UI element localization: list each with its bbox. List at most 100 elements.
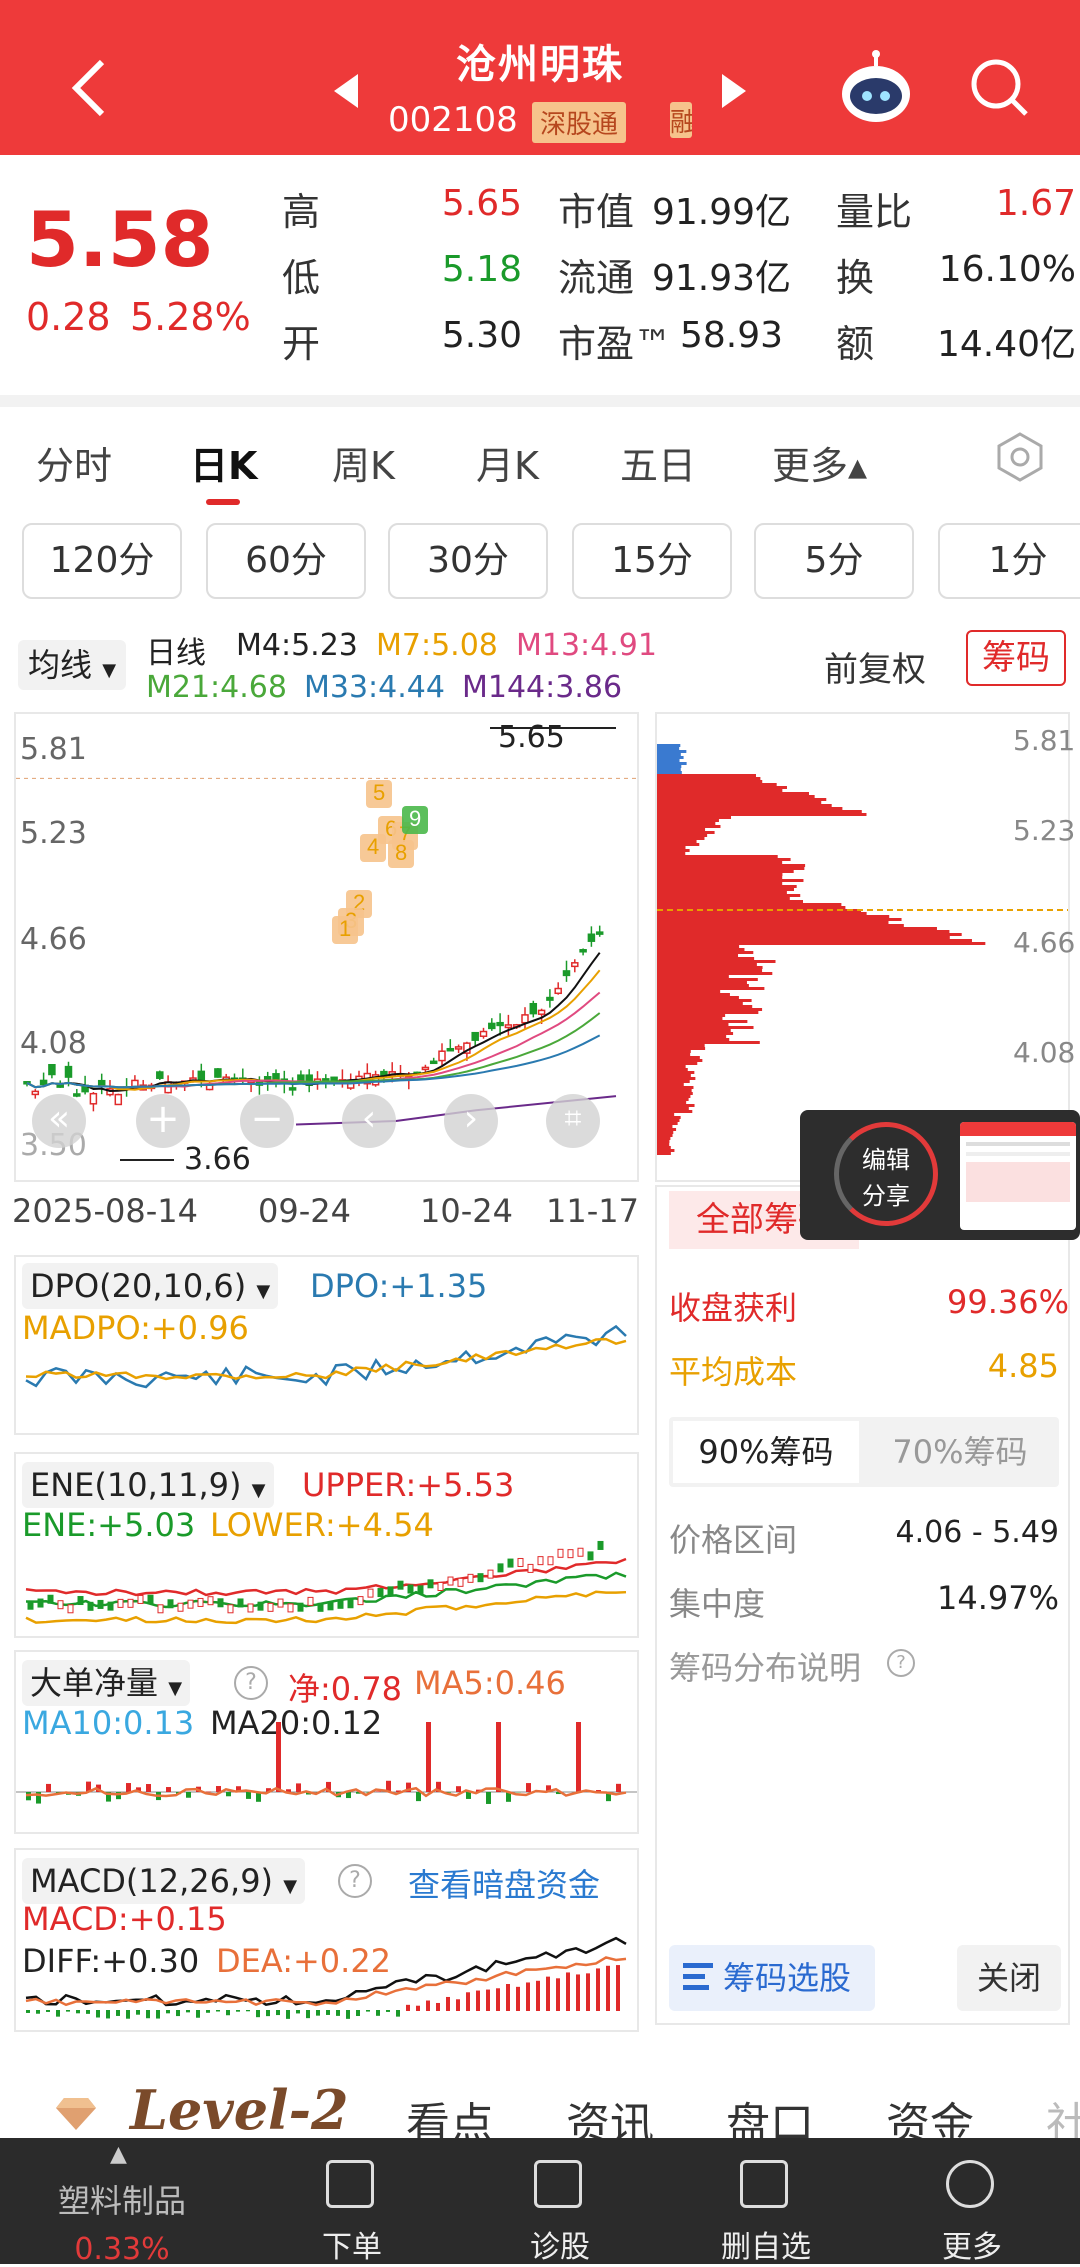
robot-assistant-icon[interactable]: [838, 50, 914, 126]
edit-share-popup[interactable]: 编辑 分享: [800, 1110, 1080, 1240]
chip-bar: [657, 1005, 752, 1008]
macd-histogram-bar: [496, 1988, 500, 2011]
macd-panel: MACD(12,26,9) ▼ ? 查看暗盘资金 MACD:+0.15 DIFF…: [14, 1848, 639, 2032]
ene-candle: [168, 1600, 173, 1608]
candle-body: [66, 1067, 72, 1077]
big-order-bar: [166, 1787, 171, 1792]
tab-level2[interactable]: Level-2: [130, 2078, 349, 2142]
chip-bar: [657, 915, 889, 918]
close-button[interactable]: 关闭: [957, 1945, 1061, 2011]
tab-weekly-k[interactable]: 周K: [332, 435, 395, 490]
pan-right-icon[interactable]: ›: [444, 1094, 498, 1148]
macd-histogram-bar: [556, 1978, 560, 2011]
pan-left-icon[interactable]: ‹: [342, 1094, 396, 1148]
chip-select-button[interactable]: 筹码选股: [669, 1945, 875, 2011]
chip-bar: [657, 828, 705, 831]
tab-monthly-k[interactable]: 月K: [476, 435, 539, 490]
sector-item[interactable]: ▲ 塑料制品 0.33%: [32, 2138, 212, 2264]
last-price: 5.58: [26, 195, 214, 284]
chip-bar: [657, 1047, 705, 1050]
macd-histogram-bar: [526, 1982, 530, 2011]
chip-bar: [657, 843, 699, 846]
mcap-value: 91.99亿: [652, 183, 802, 235]
macd-histogram-bar: [346, 2010, 350, 2019]
chip-30min[interactable]: 30分: [388, 523, 548, 599]
chip-bar: [657, 966, 763, 969]
settings-hexagon-icon[interactable]: [996, 431, 1044, 483]
nav-remove-label: 删自选: [676, 2222, 856, 2266]
nav-remove-watch[interactable]: 删自选: [676, 2138, 856, 2264]
candle-body: [530, 1004, 536, 1014]
ma21-value: M21:4.68: [146, 670, 287, 705]
ene-candle: [498, 1564, 503, 1572]
macd-histogram-bar: [226, 2010, 230, 2015]
chip-bar: [657, 1062, 697, 1065]
quote-panel: 5.58 0.28 5.28% 高 低 开 5.65 5.18 5.30 市值 …: [0, 155, 1080, 400]
more-menu-icon: [946, 2160, 994, 2208]
candle-body: [74, 1094, 80, 1096]
bottom-nav: ▲ 塑料制品 0.33% 下单 诊股 删自选 更多: [0, 2138, 1080, 2264]
chip-bar: [657, 906, 845, 909]
ma4-line: [27, 953, 600, 1091]
ene-candle: [538, 1557, 543, 1565]
kline-chart[interactable]: 564789231 5.81 5.23 4.66 4.08 3.50 5.65 …: [14, 712, 639, 1182]
ene-candle: [78, 1597, 83, 1605]
tab-intraday[interactable]: 分时: [36, 435, 112, 490]
stock-code: 002108: [388, 100, 518, 140]
candle-body: [456, 1047, 462, 1049]
ene-candle: [448, 1577, 453, 1585]
chip-bar: [657, 891, 787, 894]
candle-body: [90, 1094, 96, 1104]
fullscreen-icon[interactable]: ⌗: [546, 1094, 600, 1148]
high-label: 高: [282, 181, 320, 236]
nav-order[interactable]: 下单: [262, 2138, 442, 2264]
ene-candle: [368, 1589, 373, 1597]
chip-bar: [657, 792, 809, 795]
chip-1min[interactable]: 1分: [938, 523, 1080, 599]
help-icon[interactable]: ?: [887, 1649, 915, 1677]
tab-daily-k[interactable]: 日K: [190, 435, 257, 490]
macd-histogram-bar: [586, 1973, 590, 2011]
chip-desc-link[interactable]: 筹码分布说明: [669, 1643, 861, 1689]
chip-bar: [657, 903, 841, 906]
big-order-panel: 大单净量 ▼ ? 净:0.78 MA5:0.46 MA10:0.13 MA20:…: [14, 1650, 639, 1834]
macd-histogram-bar: [126, 2010, 130, 2019]
adjust-mode[interactable]: 前复权: [824, 642, 926, 691]
candle-body: [431, 1061, 437, 1063]
seg-70-chips[interactable]: 70%筹码: [865, 1421, 1055, 1483]
chip-bar: [657, 1068, 688, 1071]
ene-candle: [548, 1557, 553, 1565]
tab-five-day[interactable]: 五日: [620, 435, 696, 490]
chip-5min[interactable]: 5分: [754, 523, 914, 599]
macd-histogram-bar: [416, 2006, 420, 2011]
chip-bar: [657, 963, 757, 966]
nav-more[interactable]: 更多: [882, 2138, 1062, 2264]
chip-bar: [657, 1116, 681, 1119]
macd-histogram-bar: [26, 2010, 30, 2013]
seg-90-chips[interactable]: 90%筹码: [673, 1421, 859, 1483]
nav-diagnose[interactable]: 诊股: [470, 2138, 650, 2264]
chip-bar: [657, 867, 804, 870]
chip-bar: [657, 1107, 689, 1110]
chip-bar: [657, 1029, 731, 1032]
big-order-bar: [466, 1792, 471, 1799]
tick-5.81: 5.81: [20, 732, 87, 767]
chip-120min[interactable]: 120分: [22, 523, 182, 599]
zoom-in-icon[interactable]: +: [136, 1094, 190, 1148]
zoom-out-icon[interactable]: −: [240, 1094, 294, 1148]
chips-toggle-button[interactable]: 筹码: [966, 630, 1066, 686]
search-icon[interactable]: [968, 56, 1032, 120]
next-stock-icon[interactable]: [720, 74, 746, 108]
chip-60min[interactable]: 60分: [206, 523, 366, 599]
chip-15min[interactable]: 15分: [572, 523, 732, 599]
chip-bar: [657, 1059, 702, 1062]
ma-dropdown[interactable]: 均线 ▼: [18, 640, 126, 690]
ene-candle: [598, 1541, 603, 1549]
chip-bar: [657, 888, 794, 891]
ene-candle: [378, 1589, 383, 1597]
avg-cost-value: 4.85: [947, 1347, 1059, 1385]
scroll-left-icon[interactable]: «: [32, 1094, 86, 1148]
chip-bar: [657, 873, 782, 876]
tab-more[interactable]: 更多▴: [772, 435, 867, 490]
concentration-label: 集中度: [669, 1579, 765, 1625]
